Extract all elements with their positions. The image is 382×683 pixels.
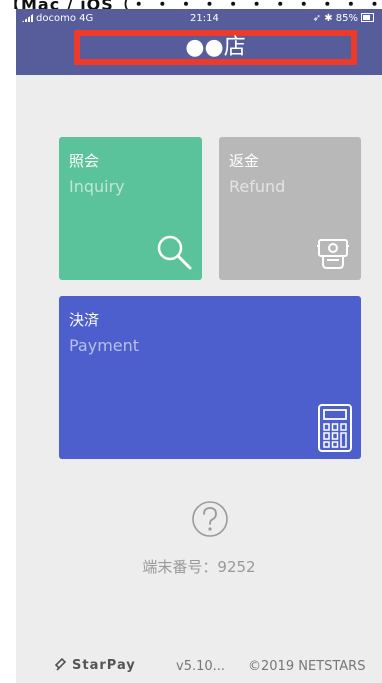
refund-icon (317, 239, 349, 269)
magnifier-icon (157, 235, 192, 270)
starpay-logo: StarPay (54, 657, 136, 673)
starpay-mark-icon (54, 657, 67, 671)
signal-icon (22, 14, 33, 22)
refund-label-en: Refund (229, 177, 286, 196)
payment-tile[interactable]: 決済 Payment (59, 296, 361, 459)
bluetooth-icon: ✱ (324, 13, 333, 24)
calculator-icon (318, 404, 352, 452)
footer: StarPay v5.10... ©2019 NETSTARS (16, 651, 382, 681)
payment-label-en: Payment (69, 336, 140, 355)
battery-icon (361, 13, 374, 22)
inquiry-label-jp: 照会 (69, 152, 100, 170)
caption-strip: 【Mac / iOS（・ ・ ・ ・ ・ ・ ・ ・ ・ ・ ・）】 (0, 0, 382, 9)
battery-info: ➶ ✱ 85% (313, 13, 374, 24)
app-header: docomo 4G 21:14 ➶ ✱ 85% ●●店 (16, 9, 382, 75)
inquiry-tile[interactable]: 照会 Inquiry (59, 137, 202, 280)
status-bar: docomo 4G 21:14 ➶ ✱ 85% (16, 9, 382, 29)
battery-percent: 85% (335, 13, 358, 24)
carrier-info: docomo 4G (22, 13, 93, 24)
help-circle-icon[interactable] (190, 499, 230, 539)
location-icon: ➶ (312, 13, 321, 24)
inquiry-label-en: Inquiry (69, 177, 125, 196)
status-time: 21:14 (190, 13, 219, 24)
copyright: ©2019 NETSTARS (248, 659, 366, 674)
app-version: v5.10... (176, 659, 226, 674)
carrier-text: docomo 4G (36, 13, 94, 24)
brand-text: StarPay (72, 658, 136, 673)
caption-text: 【Mac / iOS（・ ・ ・ ・ ・ ・ ・ ・ ・ ・ ・）】 (4, 0, 382, 9)
app-screen: docomo 4G 21:14 ➶ ✱ 85% ●●店 照会 Inquiry 返… (16, 9, 382, 683)
refund-tile[interactable]: 返金 Refund (219, 137, 361, 280)
payment-label-jp: 決済 (69, 311, 100, 329)
store-title: ●●店 (185, 35, 246, 60)
refund-label-jp: 返金 (229, 152, 260, 170)
store-title-highlight: ●●店 (74, 30, 357, 65)
terminal-number: 端末番号：9252 (142, 558, 256, 576)
